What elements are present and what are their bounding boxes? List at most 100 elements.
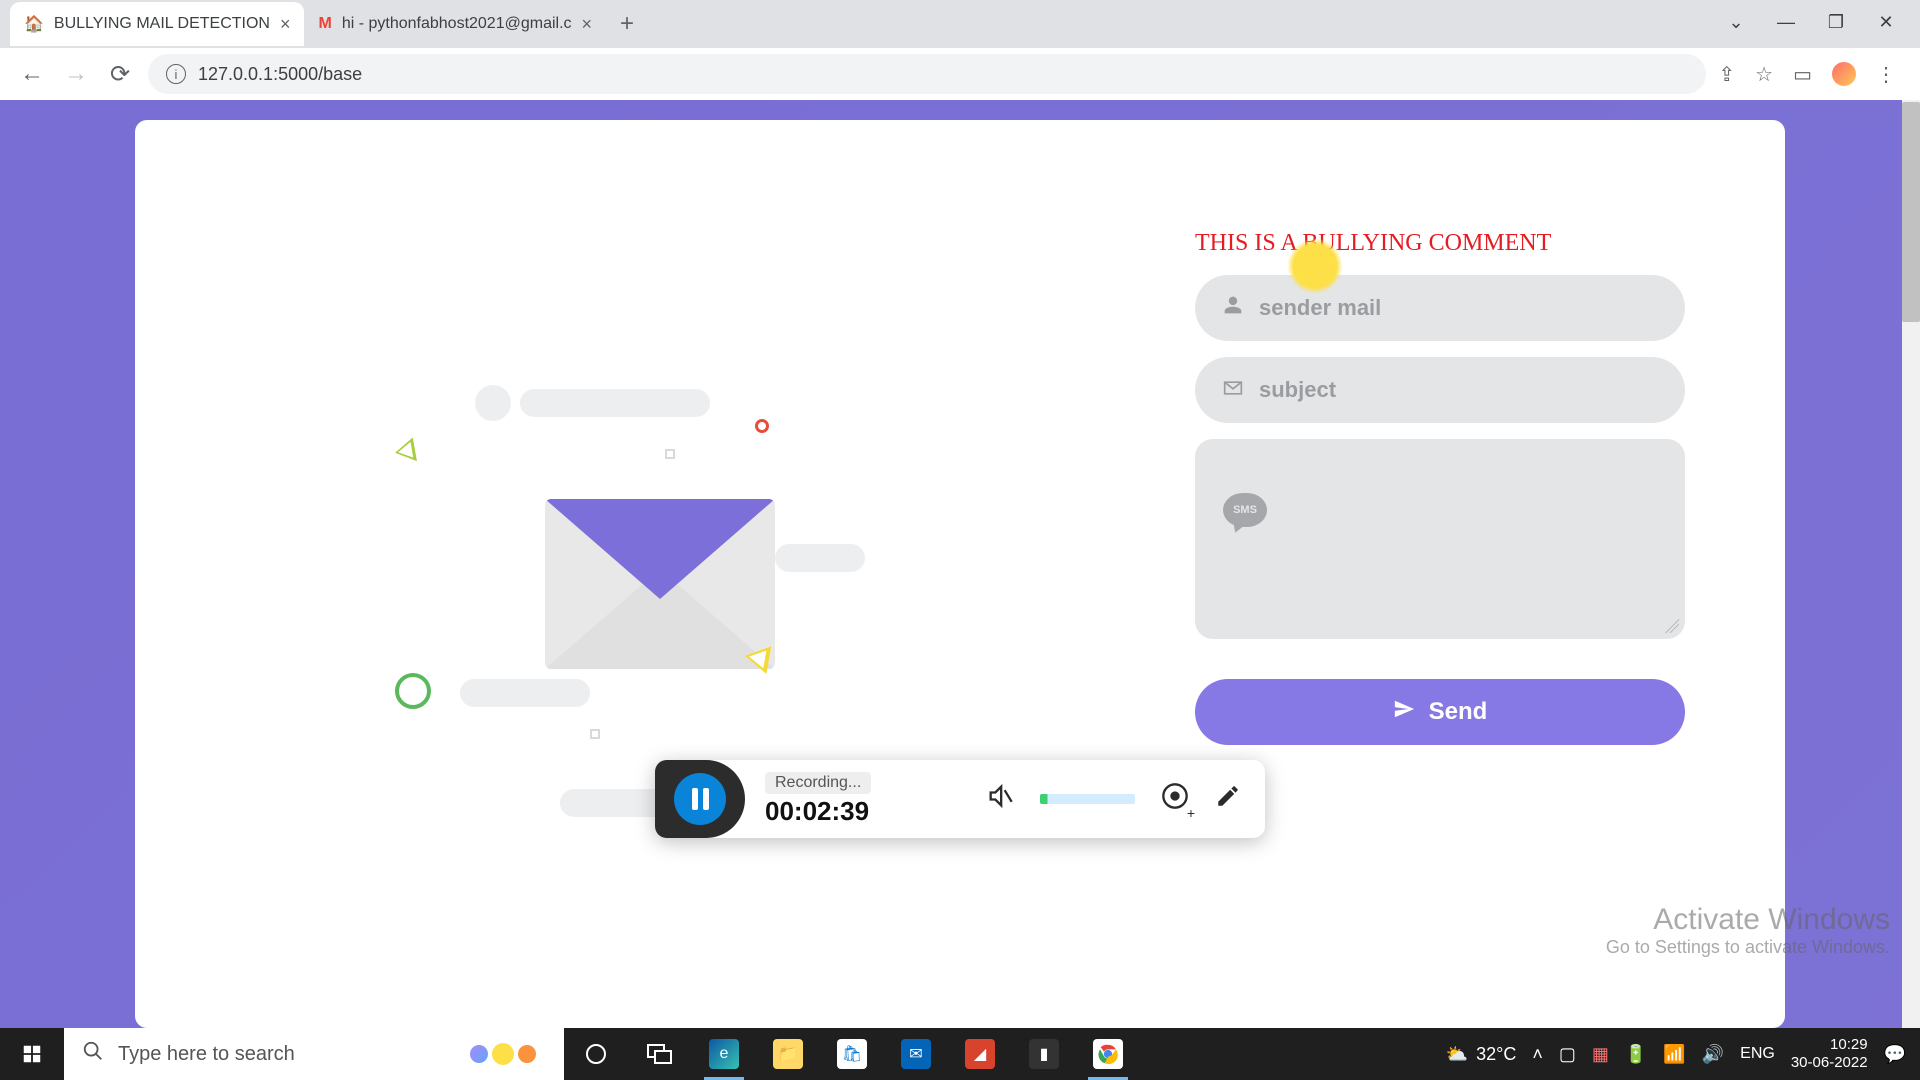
volume-icon[interactable]: 🔊 [1702,1044,1724,1065]
close-icon[interactable]: × [582,14,593,35]
scrollbar[interactable] [1902,100,1920,1028]
site-info-icon[interactable]: i [166,64,186,84]
meet-now-icon[interactable]: ▢ [1559,1044,1576,1065]
windows-watermark: Activate Windows Go to Settings to activ… [1606,903,1890,958]
weather-temp: 32°C [1476,1044,1516,1065]
message-field[interactable]: SMS [1195,439,1685,639]
send-button[interactable]: Send [1195,679,1685,745]
tab-active[interactable]: 🏠 BULLYING MAIL DETECTION × [10,2,304,46]
decor-square-icon [590,729,600,739]
tab-bar: 🏠 BULLYING MAIL DETECTION × M hi - pytho… [0,0,1920,48]
mute-icon[interactable] [986,782,1014,817]
weather-widget[interactable]: ⛅ 32°C [1446,1044,1517,1065]
sidepanel-icon[interactable]: ▭ [1793,62,1812,87]
sender-field[interactable] [1195,275,1685,341]
new-tab-button[interactable]: + [606,10,648,38]
tray-chevron-icon[interactable]: ˄ [1532,1044,1543,1065]
subject-field[interactable] [1195,357,1685,423]
clock[interactable]: 10:29 30-06-2022 [1791,1036,1868,1072]
recorder-info: Recording... 00:02:39 [745,772,871,827]
app-icon[interactable]: ◢ [948,1028,1012,1080]
tab-title: BULLYING MAIL DETECTION [54,15,270,33]
watermark-title: Activate Windows [1606,903,1890,937]
watermark-subtitle: Go to Settings to activate Windows. [1606,937,1890,958]
bullying-alert: THIS IS A BULLYING COMMENT [1195,230,1685,257]
message-input[interactable] [1215,459,1665,619]
task-view-icon[interactable] [628,1028,692,1080]
tab-inactive[interactable]: M hi - pythonfabhost2021@gmail.c × [304,2,606,46]
paper-plane-icon [1393,698,1415,727]
user-icon [1223,295,1243,321]
window-controls: ⌄ — ❐ ✕ [1710,0,1912,44]
favicon-gmail-icon: M [318,15,331,33]
contact-card: THIS IS A BULLYING COMMENT SMS [135,120,1785,1028]
recorder-timer: 00:02:39 [765,796,871,827]
forward-icon[interactable]: → [60,60,92,88]
back-icon[interactable]: ← [16,60,48,88]
battery-icon[interactable]: 🔋 [1625,1044,1647,1065]
decor-ring-icon [755,419,769,433]
language-indicator[interactable]: ENG [1740,1045,1775,1063]
audio-level-icon [1040,794,1135,804]
webcam-add-icon[interactable] [1161,782,1189,817]
recorder-status: Recording... [765,772,871,794]
decor-line-icon [460,679,590,707]
page-viewport: THIS IS A BULLYING COMMENT SMS [0,100,1920,1028]
edge-app-icon[interactable]: e [692,1028,756,1080]
browser-toolbar: ← → ⟳ i 127.0.0.1:5000/base ⇪ ☆ ▭ ⋮ [0,48,1920,100]
cortana-icon[interactable] [564,1028,628,1080]
decor-line-icon [520,389,710,417]
browser-chrome: 🏠 BULLYING MAIL DETECTION × M hi - pytho… [0,0,1920,100]
screen-recorder-widget[interactable]: Recording... 00:02:39 [655,760,1265,838]
close-window-icon[interactable]: ✕ [1872,12,1900,33]
subject-input[interactable] [1259,377,1657,403]
maximize-icon[interactable]: ❐ [1822,12,1850,33]
resize-handle-icon[interactable] [1665,619,1679,633]
start-button[interactable] [0,1028,64,1080]
reload-icon[interactable]: ⟳ [104,60,136,89]
toolbar-right: ⇪ ☆ ▭ ⋮ [1718,62,1904,87]
close-icon[interactable]: × [280,14,291,35]
decor-ring-icon [395,673,431,709]
share-icon[interactable]: ⇪ [1718,62,1735,87]
search-icon [82,1040,104,1068]
wifi-icon[interactable]: 📶 [1663,1044,1685,1065]
url-text: 127.0.0.1:5000/base [198,64,362,85]
store-app-icon[interactable]: 🛍 [820,1028,884,1080]
taskbar: Type here to search e 📁 🛍 ✉ ◢ ▮ ⛅ 32°C ˄… [0,1028,1920,1080]
chrome-app-icon[interactable] [1076,1028,1140,1080]
cmd-app-icon[interactable]: ▮ [1012,1028,1076,1080]
recorder-pause-area [655,760,745,838]
minimize-icon[interactable]: — [1772,12,1800,33]
sms-icon: SMS [1223,493,1267,527]
search-decor-icon [470,1043,536,1065]
clock-time: 10:29 [1830,1036,1868,1054]
profile-avatar-icon[interactable] [1832,62,1856,86]
explorer-app-icon[interactable]: 📁 [756,1028,820,1080]
search-placeholder: Type here to search [118,1043,295,1066]
pause-button[interactable] [674,773,726,825]
decor-line-icon [775,544,865,572]
mail-form: THIS IS A BULLYING COMMENT SMS [1195,200,1685,948]
decor-dot-icon [475,385,511,421]
favicon-home-icon: 🏠 [24,14,44,34]
url-bar[interactable]: i 127.0.0.1:5000/base [148,54,1706,94]
clock-date: 30-06-2022 [1791,1054,1868,1072]
decor-square-icon [665,449,675,459]
tab-title: hi - pythonfabhost2021@gmail.c [342,15,572,33]
weather-icon: ⛅ [1446,1044,1468,1065]
envelope-icon [1223,379,1243,402]
menu-icon[interactable]: ⋮ [1876,62,1896,87]
tab-search-icon[interactable]: ⌄ [1722,12,1750,33]
system-tray: ⛅ 32°C ˄ ▢ ▦ 🔋 📶 🔊 ENG 10:29 30-06-2022 … [1446,1036,1920,1072]
taskbar-apps: e 📁 🛍 ✉ ◢ ▮ [564,1028,1140,1080]
taskbar-search[interactable]: Type here to search [64,1028,564,1080]
notifications-icon[interactable]: 💬 [1884,1044,1906,1065]
sender-input[interactable] [1259,295,1657,321]
bookmark-icon[interactable]: ☆ [1755,62,1773,87]
tray-app-icon[interactable]: ▦ [1592,1044,1609,1065]
mail-app-icon[interactable]: ✉ [884,1028,948,1080]
scrollbar-thumb[interactable] [1902,102,1920,322]
annotate-icon[interactable] [1215,783,1241,816]
decor-triangle-icon [393,437,417,464]
